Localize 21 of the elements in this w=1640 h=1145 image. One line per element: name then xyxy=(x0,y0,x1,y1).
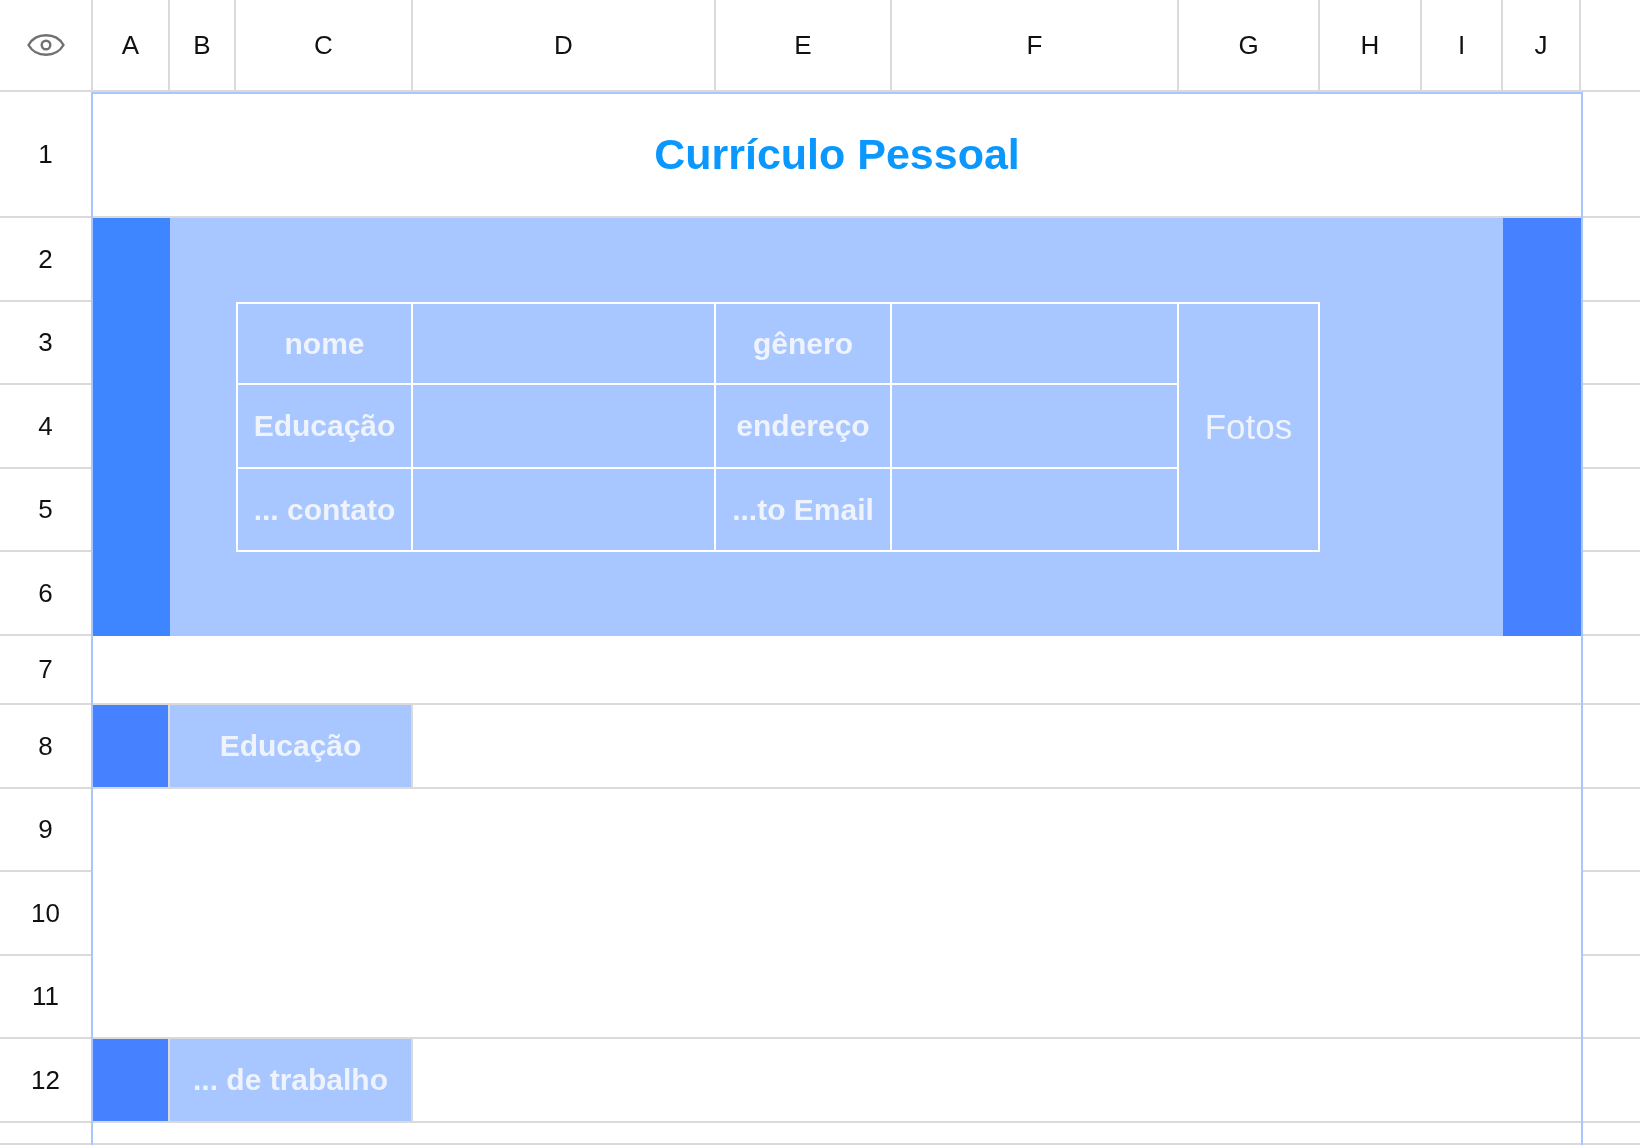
table-cell: ...to Email xyxy=(716,469,892,552)
column-header[interactable]: D xyxy=(413,0,716,92)
table-cell: ... contato xyxy=(236,469,413,552)
eye-icon[interactable] xyxy=(26,34,65,56)
column-header[interactable]: E xyxy=(716,0,892,92)
table-cell: endereço xyxy=(716,385,892,469)
table-cell: gênero xyxy=(716,302,892,385)
column-header[interactable]: I xyxy=(1422,0,1503,92)
table-cell: nome xyxy=(236,302,413,385)
table-cell: Educação xyxy=(236,385,413,469)
column-header[interactable]: B xyxy=(170,0,236,92)
column-header[interactable]: H xyxy=(1320,0,1422,92)
photo-cell: Fotos xyxy=(1179,302,1320,552)
sheet-title: Currículo Pessoal xyxy=(654,129,1020,179)
column-header[interactable]: A xyxy=(93,0,170,92)
column-header[interactable]: G xyxy=(1179,0,1320,92)
column-header[interactable]: F xyxy=(892,0,1179,92)
section-heading: Educação xyxy=(170,705,413,789)
section-heading: ... de trabalho xyxy=(170,1039,413,1123)
column-header[interactable]: J xyxy=(1503,0,1581,92)
column-header[interactable]: C xyxy=(236,0,413,92)
